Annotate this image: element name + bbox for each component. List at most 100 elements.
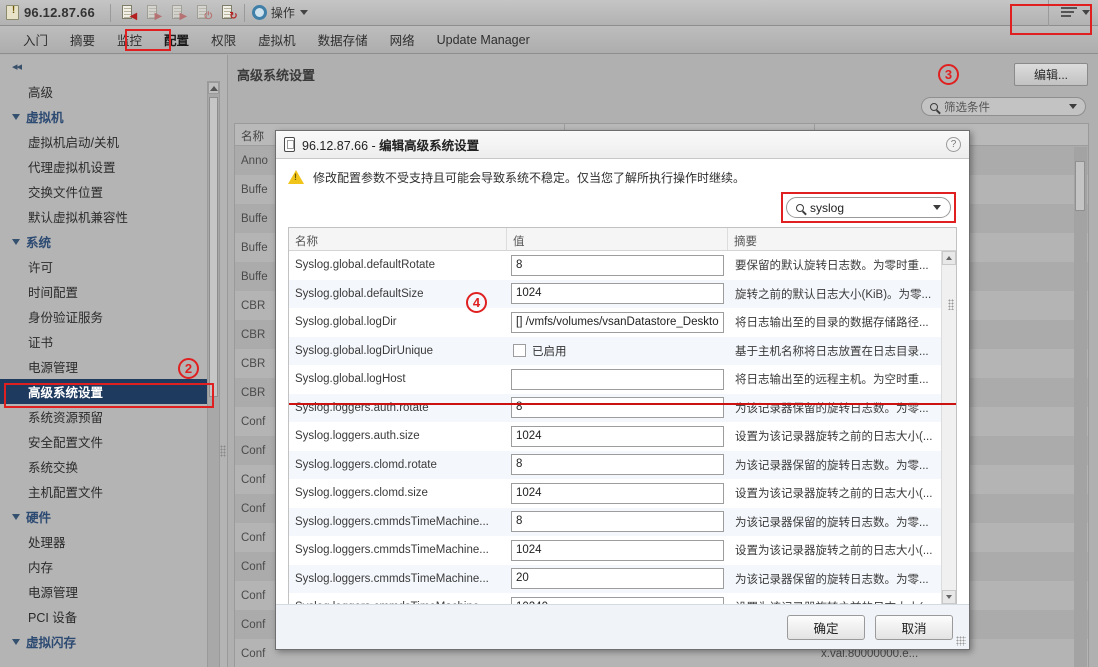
chevron-down-icon: [1069, 104, 1077, 109]
sidebar-item-time-configuration[interactable]: 时间配置: [0, 279, 227, 304]
ok-button[interactable]: 确定: [787, 614, 865, 640]
tab-getting-started[interactable]: 入门: [12, 26, 59, 54]
edit-button[interactable]: 编辑...: [1014, 63, 1088, 86]
table-row[interactable]: Syslog.loggers.cmmdsTimeMachine... 8 为该记录器…: [289, 507, 941, 536]
sidebar-group-hardware[interactable]: 硬件: [0, 504, 227, 529]
sidebar-item-swap-file-location[interactable]: 交换文件位置: [0, 179, 227, 204]
sidebar-item-host-profile[interactable]: 主机配置文件: [0, 479, 227, 504]
setting-value-input[interactable]: 8: [511, 454, 724, 476]
sidebar-scroll-thumb[interactable]: [209, 97, 218, 397]
table-row[interactable]: Syslog.global.defaultSize 1024 旋转之前的默认日志大小…: [289, 279, 941, 308]
table-row[interactable]: Syslog.loggers.auth.size 1024 设置为该记录器旋转之前的…: [289, 422, 941, 451]
tab-permissions[interactable]: 权限: [200, 26, 247, 54]
checkbox-icon[interactable]: [513, 344, 526, 358]
column-header-value[interactable]: 值: [507, 228, 728, 250]
sidebar-group-virtual-flash[interactable]: 虚拟闪存: [0, 629, 227, 654]
dialog-table-scrollbar[interactable]: [941, 251, 956, 604]
tab-update-manager[interactable]: Update Manager: [426, 26, 541, 54]
tab-networks[interactable]: 网络: [379, 26, 426, 54]
setting-value-input[interactable]: 8: [511, 254, 724, 276]
table-row[interactable]: Syslog.loggers.clomd.rotate 8 为该记录器保留的旋转日志…: [289, 450, 941, 479]
setting-value-cell: 已启用: [507, 343, 728, 359]
table-row[interactable]: Syslog.global.defaultRotate 8 要保留的默认旋转日志数。…: [289, 251, 941, 280]
sidebar-item-system-swap[interactable]: 系统交换: [0, 454, 227, 479]
table-row[interactable]: Syslog.loggers.cmmdsTimeMachine... 1024 设置…: [289, 536, 941, 565]
setting-name: Syslog.loggers.cmmdsTimeMachine...: [295, 515, 489, 528]
sidebar-item-system-resource-reservation[interactable]: 系统资源预留: [0, 404, 227, 429]
sidebar-item-pci-devices[interactable]: PCI 设备: [0, 604, 227, 629]
sidebar-item-label: 安全配置文件: [28, 436, 104, 450]
table-row[interactable]: Syslog.global.logDir [] /vmfs/volumes/vsa…: [289, 308, 941, 337]
shutdown-icon[interactable]: ⏻: [195, 4, 212, 22]
setting-summary: 基于主机名称将日志放置在日志目录...: [735, 345, 929, 358]
sidebar-item-security-profile[interactable]: 安全配置文件: [0, 429, 227, 454]
actions-menu[interactable]: 操作: [251, 4, 308, 21]
sidebar-item-default-vm-compatibility[interactable]: 默认虚拟机兼容性: [0, 204, 227, 229]
triangle-down-icon: [12, 238, 20, 245]
setting-value-input[interactable]: 1024: [511, 539, 724, 561]
setting-value-input[interactable]: 20: [511, 568, 724, 590]
new-vm-icon[interactable]: ◀: [120, 4, 137, 22]
tab-monitor[interactable]: 监控: [106, 26, 153, 54]
sidebar-item-advanced-system-settings[interactable]: 高级系统设置: [0, 379, 213, 404]
table-row[interactable]: Syslog.loggers.cmmdsTimeMachine... 20 为该记录…: [289, 564, 941, 593]
exit-maintenance-icon[interactable]: ▶: [170, 4, 187, 22]
setting-value-input[interactable]: 1024: [511, 425, 724, 447]
sidebar-item-vm-startup-shutdown[interactable]: 虚拟机启动/关机: [0, 129, 227, 154]
deploy-ovf-icon[interactable]: ▶: [145, 4, 162, 22]
tab-vms[interactable]: 虚拟机: [247, 26, 307, 54]
table-scrollbar[interactable]: [1074, 147, 1087, 667]
table-row[interactable]: Syslog.global.logDirUnique 已启用 基于主机名称将日志放置…: [289, 336, 941, 365]
sidebar-group-system[interactable]: 系统: [0, 229, 227, 254]
sidebar-scrollbar[interactable]: [207, 81, 220, 667]
dialog-scroll-grip[interactable]: [948, 299, 954, 310]
sidebar-group-vm[interactable]: 虚拟机: [0, 104, 227, 129]
setting-value-input[interactable]: 8: [511, 397, 724, 419]
sidebar-splitter-grip[interactable]: [220, 445, 226, 457]
filter-input[interactable]: 筛选条件: [921, 97, 1086, 116]
sidebar-item-authentication-services[interactable]: 身份验证服务: [0, 304, 227, 329]
table-row[interactable]: Syslog.global.logHost 将日志输出至的远程主机。为空时重...: [289, 365, 941, 394]
sidebar-item-processors[interactable]: 处理器: [0, 529, 227, 554]
sidebar-item-agent-vm-settings[interactable]: 代理虚拟机设置: [0, 154, 227, 179]
setting-value-input[interactable]: 8: [511, 511, 724, 533]
scroll-up-icon[interactable]: [942, 251, 956, 265]
collapse-left-icon: ◂◂: [12, 60, 22, 73]
warning-icon: [288, 170, 304, 184]
sidebar-item-label: 系统: [26, 236, 52, 250]
scroll-up-icon[interactable]: [208, 82, 219, 94]
tab-datastores[interactable]: 数据存储: [307, 26, 379, 54]
scroll-down-icon[interactable]: [942, 590, 956, 604]
sidebar-item-licensing[interactable]: 许可: [0, 254, 227, 279]
column-header-name[interactable]: 名称: [289, 228, 507, 250]
tab-configure[interactable]: 配置: [153, 26, 200, 54]
table-row[interactable]: Syslog.loggers.cmmdsTimeMachine... 10240 设…: [289, 593, 941, 604]
setting-value-input[interactable]: 1024: [511, 482, 724, 504]
sidebar-item-memory[interactable]: 内存: [0, 554, 227, 579]
cancel-button[interactable]: 取消: [875, 614, 953, 640]
dialog-warning: 修改配置参数不受支持且可能会导致系统不稳定。仅当您了解所执行操作时继续。: [276, 159, 969, 195]
table-scroll-thumb[interactable]: [1075, 161, 1085, 211]
sidebar-collapse-button[interactable]: ◂◂: [0, 55, 227, 77]
setting-value-cell: 8: [507, 511, 728, 533]
setting-checkbox-wrapper[interactable]: 已启用: [511, 343, 724, 359]
dialog-search-row: syslog: [276, 192, 969, 227]
table-row[interactable]: Syslog.loggers.auth.rotate 8 为该记录器保留的旋转日志数…: [289, 393, 941, 422]
setting-value-input[interactable]: 1024: [511, 283, 724, 305]
column-header-summary[interactable]: 摘要: [728, 228, 956, 250]
sidebar-item-advanced[interactable]: 高级: [0, 79, 227, 104]
sidebar-item-label: 系统交换: [28, 461, 79, 475]
setting-value-input[interactable]: [] /vmfs/volumes/vsanDatastore_Deskto: [511, 311, 724, 333]
setting-value-input[interactable]: 10240: [511, 596, 724, 604]
table-row[interactable]: Syslog.loggers.clomd.size 1024 设置为该记录器旋转之前…: [289, 479, 941, 508]
reboot-icon[interactable]: ↻: [220, 4, 238, 22]
setting-value-input[interactable]: [511, 368, 724, 390]
tab-summary[interactable]: 摘要: [59, 26, 106, 54]
dialog-resize-grip[interactable]: [956, 636, 966, 646]
dialog-table-header: 名称 值 摘要: [289, 228, 956, 251]
setting-value-cell: [507, 368, 728, 390]
sidebar-item-power-management-hw[interactable]: 电源管理: [0, 579, 227, 604]
help-icon[interactable]: ?: [946, 137, 961, 152]
sidebar-item-label: 硬件: [26, 511, 52, 525]
sidebar-item-certificate[interactable]: 证书: [0, 329, 227, 354]
